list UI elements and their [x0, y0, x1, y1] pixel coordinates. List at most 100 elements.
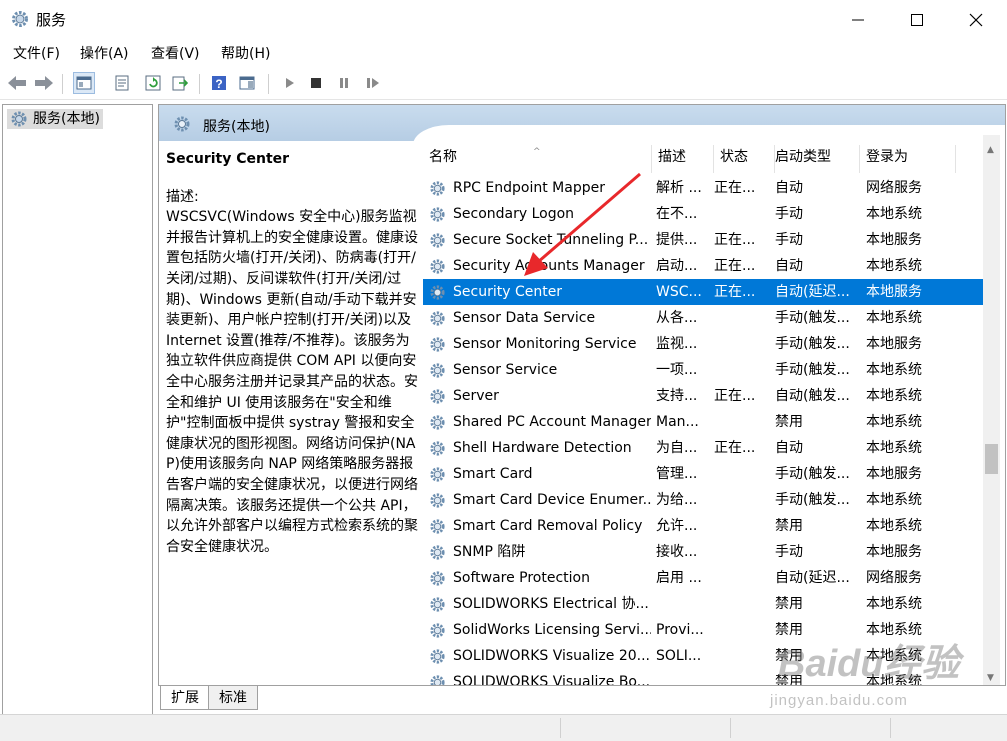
- service-status-text: 正在...: [714, 440, 756, 456]
- forward-arrow-icon[interactable]: [33, 72, 55, 94]
- service-cell-status: 正在...: [714, 383, 770, 409]
- pause-service-icon[interactable]: [333, 72, 355, 94]
- service-cell-logon: 本地系统: [866, 201, 956, 227]
- service-row[interactable]: Security Center WSC... 正在... 自动(延迟... 本地服务: [423, 279, 983, 305]
- service-row[interactable]: Secure Socket Tunneling P... 提供... 正在... 手动…: [423, 227, 983, 253]
- help-icon[interactable]: ?: [208, 72, 230, 94]
- service-cell-name: Sensor Service: [429, 357, 651, 383]
- minimize-button[interactable]: [828, 0, 888, 39]
- service-name-text: SOLIDWORKS Visualize Bo...: [453, 674, 651, 685]
- scroll-up-arrow-icon[interactable]: ▲: [987, 145, 994, 155]
- service-cell-startup: 自动(触发...: [775, 383, 861, 409]
- service-desc-text: 管理...: [656, 466, 698, 482]
- services-gear-icon: [10, 9, 30, 29]
- column-header-name[interactable]: ^ 名称: [423, 145, 652, 173]
- service-cell-desc: 解析 ...: [652, 175, 708, 201]
- start-service-icon[interactable]: [278, 72, 300, 94]
- pane-title: 服务(本地): [203, 119, 270, 135]
- show-action-pane-icon[interactable]: [236, 72, 258, 94]
- service-row[interactable]: RPC Endpoint Mapper 解析 ... 正在... 自动 网络服务: [423, 175, 983, 201]
- status-bar-divider: [560, 718, 561, 738]
- service-row[interactable]: Smart Card Removal Policy 允许... 禁用 本地系统: [423, 513, 983, 539]
- tree-node-services-local[interactable]: 服务(本地): [7, 109, 103, 129]
- service-desc-text: 支持...: [656, 388, 698, 404]
- service-name-text: Smart Card Device Enumer...: [453, 492, 651, 508]
- service-row[interactable]: Sensor Monitoring Service 监视... 手动(触发... 本地…: [423, 331, 983, 357]
- service-row[interactable]: Security Accounts Manager 启动... 正在... 自动 本地系…: [423, 253, 983, 279]
- service-logon-text: 本地服务: [866, 466, 922, 482]
- service-cell-status: [714, 565, 770, 591]
- service-cell-status: 正在...: [714, 175, 770, 201]
- service-row[interactable]: Software Protection 启用 ... 自动(延迟... 网络服务: [423, 565, 983, 591]
- tab-extended[interactable]: 扩展: [160, 686, 210, 710]
- service-row[interactable]: Sensor Service 一项... 手动(触发... 本地系统: [423, 357, 983, 383]
- description-panel: Security Center 描述: WSCSVC(Windows 安全中心)…: [166, 149, 418, 557]
- column-header-startup-type[interactable]: 启动类型: [769, 145, 860, 173]
- service-startup-text: 自动(触发...: [775, 388, 850, 404]
- maximize-button[interactable]: [887, 0, 947, 39]
- vertical-scrollbar[interactable]: ▲ ▼: [983, 135, 1000, 685]
- service-row[interactable]: Smart Card Device Enumer... 为给... 手动(触发...…: [423, 487, 983, 513]
- service-cell-desc: 从各...: [652, 305, 708, 331]
- service-cell-name: Secure Socket Tunneling P...: [429, 227, 651, 253]
- menu-bar: 文件(F) 操作(A) 查看(V) 帮助(H): [0, 41, 1007, 65]
- service-startup-text: 禁用: [775, 518, 803, 534]
- properties-icon[interactable]: [111, 72, 133, 94]
- service-cell-name: Sensor Monitoring Service: [429, 331, 651, 357]
- service-cell-desc: 允许...: [652, 513, 708, 539]
- column-header-description[interactable]: 描述: [652, 145, 714, 173]
- service-row[interactable]: Shell Hardware Detection 为自... 正在... 自动 本地系统: [423, 435, 983, 461]
- export-list-icon[interactable]: [169, 72, 191, 94]
- menu-action[interactable]: 操作(A): [80, 43, 129, 63]
- service-gear-icon: [429, 518, 446, 539]
- service-row[interactable]: SNMP 陷阱 接收... 手动 本地服务: [423, 539, 983, 565]
- column-header-status[interactable]: 状态: [714, 145, 775, 173]
- service-status-text: 正在...: [714, 232, 756, 248]
- console-tree-icon[interactable]: [73, 72, 95, 94]
- service-name-text: Shell Hardware Detection: [453, 440, 632, 456]
- service-cell-startup: 自动(延迟...: [775, 279, 861, 305]
- service-desc-text: Man...: [656, 414, 699, 430]
- close-button[interactable]: [946, 0, 1006, 39]
- watermark-url: jingyan.baidu.com: [770, 692, 908, 709]
- menu-view[interactable]: 查看(V): [151, 43, 200, 63]
- sort-caret-icon: ^: [533, 147, 541, 157]
- service-desc-text: WSC...: [656, 284, 702, 300]
- service-cell-name: Server: [429, 383, 651, 409]
- service-row[interactable]: Secondary Logon 在不... 手动 本地系统: [423, 201, 983, 227]
- service-cell-logon: 本地服务: [866, 461, 956, 487]
- restart-service-icon[interactable]: [362, 72, 384, 94]
- service-row[interactable]: Server 支持... 正在... 自动(触发... 本地系统: [423, 383, 983, 409]
- service-name-text: SolidWorks Licensing Servi...: [453, 622, 651, 638]
- service-gear-icon: [429, 648, 446, 669]
- service-cell-startup: 自动: [775, 253, 861, 279]
- service-row[interactable]: Shared PC Account Manager Man... 禁用 本地系统: [423, 409, 983, 435]
- menu-help[interactable]: 帮助(H): [221, 43, 270, 63]
- tab-standard[interactable]: 标准: [208, 686, 258, 710]
- service-startup-text: 手动(触发...: [775, 310, 850, 326]
- scrollbar-thumb[interactable]: [985, 444, 998, 474]
- service-gear-icon: [429, 466, 446, 487]
- service-cell-status: 正在...: [714, 279, 770, 305]
- refresh-icon[interactable]: [142, 72, 164, 94]
- service-gear-icon: [429, 596, 446, 617]
- service-name-text: Sensor Data Service: [453, 310, 596, 326]
- console-tree: 服务(本地): [2, 104, 153, 740]
- service-cell-startup: 手动(触发...: [775, 331, 861, 357]
- service-cell-status: [714, 513, 770, 539]
- back-arrow-icon[interactable]: [6, 72, 28, 94]
- description-label: 描述:: [166, 188, 199, 205]
- service-cell-desc: Man...: [652, 409, 708, 435]
- service-cell-desc: [652, 591, 708, 617]
- service-row[interactable]: Sensor Data Service 从各... 手动(触发... 本地系统: [423, 305, 983, 331]
- service-cell-desc: SOLI...: [652, 643, 708, 669]
- window-title: 服务: [36, 11, 67, 29]
- column-header-logon[interactable]: 登录为: [860, 145, 956, 173]
- service-cell-desc: 启动...: [652, 253, 708, 279]
- service-row[interactable]: SOLIDWORKS Electrical 协... 禁用 本地系统: [423, 591, 983, 617]
- column-label: 启动类型: [775, 149, 831, 165]
- service-cell-desc: 监视...: [652, 331, 708, 357]
- service-row[interactable]: Smart Card 管理... 手动(触发... 本地服务: [423, 461, 983, 487]
- menu-file[interactable]: 文件(F): [13, 43, 60, 63]
- stop-service-icon[interactable]: [305, 72, 327, 94]
